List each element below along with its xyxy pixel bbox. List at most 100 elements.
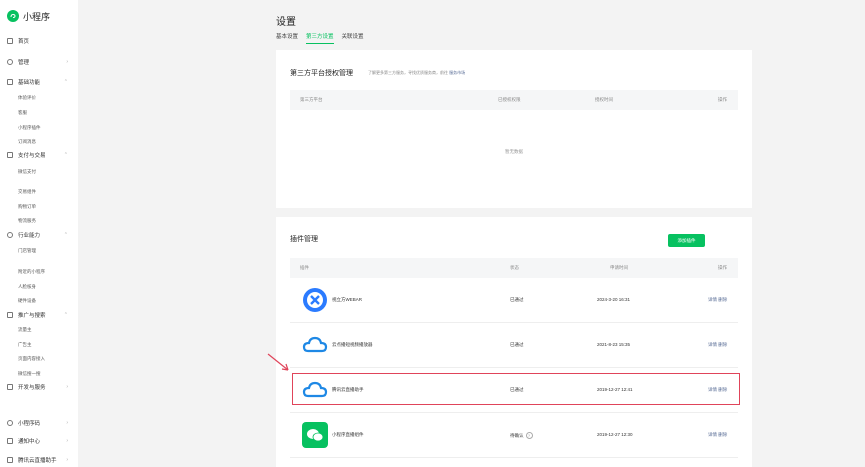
plugin-name: 云点播短视频播放器 <box>332 342 373 347</box>
plugin-row: 视立方WEBAR 已通过 2024-3-20 16:31 详情 删除 <box>290 278 738 323</box>
sidebar-subitem[interactable]: 页面内容接入 <box>18 356 45 362</box>
sidebar-item-icon <box>7 457 13 463</box>
sidebar-item-icon <box>7 438 13 444</box>
app-logo[interactable]: 小程序 <box>0 0 78 32</box>
plugin-status: 已通过 <box>510 342 524 347</box>
sidebar-item-label: 通知中心 <box>18 439 41 445</box>
sidebar-item-label: 行业能力 <box>18 233 41 239</box>
sidebar-subitem[interactable]: 人脸核身 <box>18 284 36 290</box>
settings-tabs: 基本设置 第三方设置 关联设置 <box>276 32 372 44</box>
plugin-status-text: 待确认 <box>510 433 524 438</box>
plugin-row: 云点播短视频播放器 已通过 2021-8-23 15:35 详情 删除 <box>290 323 738 368</box>
sidebar-item-icon <box>7 232 13 238</box>
add-plugin-button[interactable]: 添加插件 <box>668 234 705 247</box>
third-party-auth-card: 第三方平台授权管理 了解更多第三方服务，寻找优质服务商，前往 服务市场 第三方平… <box>276 50 752 208</box>
highlight-box <box>292 373 740 405</box>
plugin-status: 待确认? <box>510 432 533 439</box>
sidebar-item[interactable]: 首页 <box>0 34 78 48</box>
plugin-name: 视立方WEBAR <box>332 297 363 302</box>
auth-card-tip: 了解更多第三方服务，寻找优质服务商，前往 服务市场 <box>368 70 465 76</box>
sidebar-subitem[interactable]: 广告主 <box>18 342 32 348</box>
plugin-actions[interactable]: 详情 删除 <box>708 342 727 348</box>
tab-related-settings[interactable]: 关联设置 <box>342 32 364 44</box>
webar-icon <box>302 287 328 313</box>
sidebar-item[interactable]: 推广与搜索 ⌃ <box>0 308 78 322</box>
sidebar-subitem[interactable]: 交易组件 <box>18 189 36 195</box>
sidebar-item-label: 腾讯云直播助手 <box>18 458 57 464</box>
sidebar-subitem[interactable]: 客服 <box>18 110 27 116</box>
plugin-th-time: 申请时间 <box>610 265 628 270</box>
sidebar-item-label: 支付与交易 <box>18 153 46 159</box>
sidebar-item-label: 开发与服务 <box>18 385 46 391</box>
plugin-time: 2024-3-20 16:31 <box>597 297 631 302</box>
chevron-icon: › <box>66 384 68 390</box>
plugin-th-actions: 操作 <box>718 265 727 270</box>
sidebar: 小程序 首页 管理 › 基础功能 ⌃ 支付与交易 ⌃ 行业能力 ⌃ 推广与搜索 ⌃ 开发与服务 › 小程序… <box>0 0 78 467</box>
sidebar-item[interactable]: 开发与服务 › <box>0 380 78 394</box>
plugin-time: 2019-12-27 12:30 <box>597 432 633 437</box>
tab-third-party-settings[interactable]: 第三方设置 <box>306 32 334 44</box>
sidebar-item[interactable]: 通知中心 › <box>0 434 78 448</box>
chevron-icon: › <box>66 457 68 463</box>
tab-basic-settings[interactable]: 基本设置 <box>276 32 298 44</box>
sidebar-item-label: 基础功能 <box>18 80 41 86</box>
chevron-icon: ⌃ <box>63 152 68 158</box>
mini-program-logo-icon <box>7 10 19 22</box>
sidebar-item-label: 管理 <box>18 60 30 66</box>
sidebar-subitem[interactable]: 购物订单 <box>18 204 36 210</box>
sidebar-item-icon <box>7 312 13 318</box>
sidebar-subitem[interactable]: 附近的小程序 <box>18 269 45 275</box>
chevron-icon: › <box>66 438 68 444</box>
plugin-status: 已通过 <box>510 297 524 302</box>
sidebar-item-icon <box>7 420 13 426</box>
auth-th-permissions: 已授权权限 <box>498 97 521 102</box>
sidebar-item-icon <box>7 38 13 44</box>
chevron-icon: ⌃ <box>63 79 68 85</box>
chevron-icon: ⌃ <box>63 232 68 238</box>
auth-empty-text: 暂无数据 <box>505 149 523 154</box>
help-icon[interactable]: ? <box>525 432 533 439</box>
cloud-icon <box>302 332 328 358</box>
plugin-management-card: 插件管理 添加插件 插件 状态 申请时间 操作 视立方WEBAR 已通过 202… <box>276 217 752 467</box>
sidebar-item[interactable]: 支付与交易 ⌃ <box>0 148 78 162</box>
sidebar-subitem[interactable]: 微信支付 <box>18 169 36 175</box>
sidebar-subitem[interactable]: 订阅消息 <box>18 139 36 145</box>
plugin-card-title: 插件管理 <box>290 236 318 243</box>
auth-th-actions: 操作 <box>718 97 727 102</box>
sidebar-item[interactable]: 基础功能 ⌃ <box>0 75 78 89</box>
plugin-th-status: 状态 <box>510 265 519 270</box>
plugin-time: 2021-8-23 15:35 <box>597 342 631 347</box>
sidebar-item[interactable]: 行业能力 ⌃ <box>0 228 78 242</box>
sidebar-subitem[interactable]: 硬件设备 <box>18 298 36 304</box>
sidebar-item-icon <box>7 384 13 390</box>
sidebar-item-label: 推广与搜索 <box>18 313 46 319</box>
sidebar-subitem[interactable]: 流量主 <box>18 327 32 333</box>
sidebar-subitem[interactable]: 小程序插件 <box>18 125 41 131</box>
sidebar-item-icon <box>7 152 13 158</box>
auth-tip-text: 了解更多第三方服务，寻找优质服务商，前往 <box>368 70 448 75</box>
annotation-arrow-icon <box>267 353 289 371</box>
chevron-icon: › <box>66 420 68 426</box>
sidebar-item-label: 小程序码 <box>18 421 41 427</box>
sidebar-item[interactable]: 小程序码 › <box>0 416 78 430</box>
sidebar-subitem[interactable]: 门店管理 <box>18 248 36 254</box>
plugin-actions[interactable]: 详情 删除 <box>708 432 727 438</box>
sidebar-item[interactable]: 管理 › <box>0 55 78 69</box>
sidebar-item-label: 首页 <box>18 39 30 45</box>
plugin-actions[interactable]: 详情 删除 <box>708 297 727 303</box>
sidebar-item[interactable]: 腾讯云直播助手 › <box>0 453 78 467</box>
sidebar-subitem[interactable]: 体验评价 <box>18 95 36 101</box>
app-title: 小程序 <box>23 11 51 22</box>
page-title: 设置 <box>276 17 296 28</box>
service-market-link[interactable]: 服务市场 <box>449 70 465 75</box>
chevron-icon: › <box>66 59 68 65</box>
auth-th-time: 授权时间 <box>595 97 613 102</box>
plugin-row: 小程序直播组件 待确认? 2019-12-27 12:30 详情 删除 <box>290 413 738 458</box>
auth-th-platform: 第三方平台 <box>300 97 323 102</box>
plugin-th-name: 插件 <box>300 265 309 270</box>
plugin-name: 小程序直播组件 <box>332 432 364 437</box>
auth-table-header: 第三方平台 已授权权限 授权时间 操作 <box>290 90 738 110</box>
wechat-icon <box>302 422 328 448</box>
sidebar-subitem[interactable]: 物流服务 <box>18 218 36 224</box>
sidebar-subitem[interactable]: 微信搜一搜 <box>18 371 41 377</box>
